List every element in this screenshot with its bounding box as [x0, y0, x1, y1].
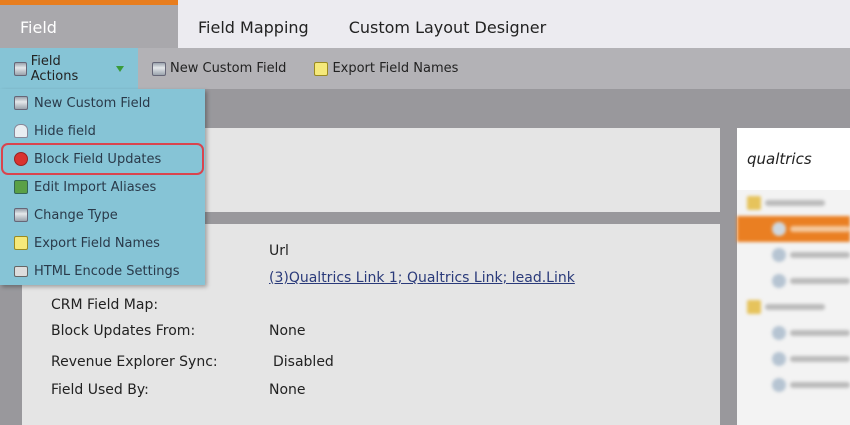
tree-folder[interactable]: [737, 190, 850, 216]
menu-item-change-type[interactable]: Change Type: [0, 201, 205, 229]
menu-label: HTML Encode Settings: [34, 263, 180, 279]
detail-value: None: [269, 323, 306, 339]
stop-icon: [14, 152, 28, 166]
menu-label: Block Field Updates: [34, 151, 162, 167]
type-value: Url: [269, 243, 289, 259]
folder-icon: [747, 196, 761, 210]
settings-card-icon: [14, 265, 28, 277]
detail-label: Field Used By:: [51, 382, 149, 398]
tab-field-mapping[interactable]: Field Mapping: [178, 0, 329, 48]
tab-custom-layout-designer[interactable]: Custom Layout Designer: [329, 0, 567, 48]
tree-item[interactable]: [737, 372, 850, 398]
field-actions-label: Field Actions: [30, 53, 79, 84]
document-icon: [314, 61, 329, 76]
tree-item[interactable]: [737, 268, 850, 294]
export-field-names-label: Export Field Names: [332, 61, 459, 76]
tree-item-selected[interactable]: [737, 216, 850, 242]
menu-item-hide-field[interactable]: Hide field: [0, 117, 205, 145]
field-actions-menu: New Custom Field Hide field Block Field …: [0, 89, 205, 285]
detail-label: CRM Field Map:: [51, 297, 159, 313]
detail-label: Block Updates From:: [51, 323, 196, 339]
field-actions-button[interactable]: Field Actions: [0, 48, 138, 89]
tab-field-management[interactable]: Field Management: [0, 0, 178, 83]
field-icon: [772, 274, 786, 288]
tree-item[interactable]: [737, 320, 850, 346]
detail-label: Revenue Explorer Sync:: [51, 354, 218, 370]
detail-value: None: [269, 382, 306, 398]
menu-label: Change Type: [34, 207, 118, 223]
field-link[interactable]: (3)Qualtrics Link 1; Qualtrics Link; lea…: [269, 270, 575, 286]
menu-item-new-custom-field[interactable]: New Custom Field: [0, 89, 205, 117]
menu-label: Hide field: [34, 123, 96, 139]
menu-item-edit-import-aliases[interactable]: Edit Import Aliases: [0, 173, 205, 201]
field-icon: [772, 352, 786, 366]
field-icon: [772, 326, 786, 340]
edit-icon: [14, 208, 28, 222]
search-input[interactable]: qualtrics: [737, 128, 850, 190]
dropdown-arrow-icon[interactable]: [116, 65, 124, 72]
link-value[interactable]: (3)Qualtrics Link 1; Qualtrics Link; lea…: [269, 270, 575, 286]
field-tree-panel: qualtrics: [737, 128, 850, 425]
menu-label: Edit Import Aliases: [34, 179, 157, 195]
menu-label: Export Field Names: [34, 235, 160, 251]
tree-item[interactable]: [737, 242, 850, 268]
new-custom-field-label: New Custom Field: [170, 61, 287, 76]
database-icon: [14, 61, 27, 76]
tab-bar: Field Management Field Mapping Custom La…: [0, 0, 850, 83]
menu-label: New Custom Field: [34, 95, 151, 111]
menu-item-html-encode-settings[interactable]: HTML Encode Settings: [0, 257, 205, 285]
folder-icon: [747, 300, 761, 314]
field-icon: [772, 378, 786, 392]
import-icon: [14, 180, 28, 194]
field-icon: [772, 222, 786, 236]
tree-item[interactable]: [737, 346, 850, 372]
new-custom-field-button[interactable]: New Custom Field: [138, 48, 300, 89]
database-icon: [14, 96, 28, 110]
toolbar: Field Actions New Custom Field Export Fi…: [0, 48, 850, 89]
menu-item-export-field-names[interactable]: Export Field Names: [0, 229, 205, 257]
database-icon: [152, 61, 166, 76]
ghost-icon: [14, 124, 28, 138]
tree-folder[interactable]: [737, 294, 850, 320]
document-icon: [14, 236, 28, 250]
export-field-names-button[interactable]: Export Field Names: [300, 48, 472, 89]
detail-value: Disabled: [273, 354, 334, 370]
field-icon: [772, 248, 786, 262]
menu-item-block-field-updates[interactable]: Block Field Updates: [1, 143, 204, 175]
